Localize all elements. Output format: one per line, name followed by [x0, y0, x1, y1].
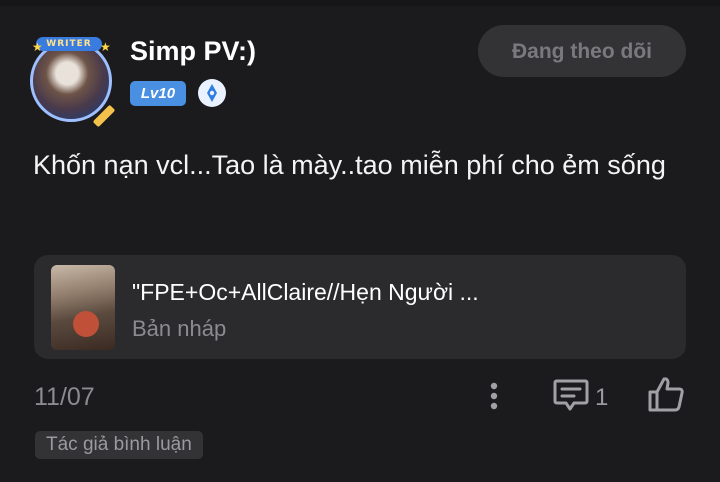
thumbs-up-icon[interactable]	[646, 375, 686, 415]
verified-pen-icon	[198, 79, 226, 107]
username[interactable]: Simp PV:)	[130, 36, 256, 67]
avatar[interactable]: WRITER ★ ★	[24, 34, 118, 128]
more-vertical-icon[interactable]	[482, 379, 506, 413]
story-thumbnail	[51, 265, 115, 350]
comment-date: 11/07	[34, 383, 95, 411]
comment-icon[interactable]	[552, 377, 590, 413]
avatar-frame-badge: WRITER	[36, 37, 102, 51]
star-icon: ★	[32, 40, 43, 54]
top-divider	[0, 0, 720, 6]
comment-text: Khốn nạn vcl...Tao là mày..tao miễn phí …	[33, 150, 666, 180]
story-status: Bản nháp	[132, 316, 227, 341]
reply-count: 1	[595, 384, 609, 411]
following-button[interactable]: Đang theo dõi	[478, 25, 686, 77]
star-icon: ★	[100, 40, 111, 54]
thumbnail-figure	[73, 311, 99, 337]
story-title: "FPE+Oc+AllClaire//Hẹn Người ...	[132, 279, 479, 305]
author-comment-tag: Tác giả bình luận	[35, 431, 203, 459]
story-card[interactable]: "FPE+Oc+AllClaire//Hẹn Người ... Bản nhá…	[34, 255, 686, 359]
level-badge: Lv10	[130, 81, 186, 106]
